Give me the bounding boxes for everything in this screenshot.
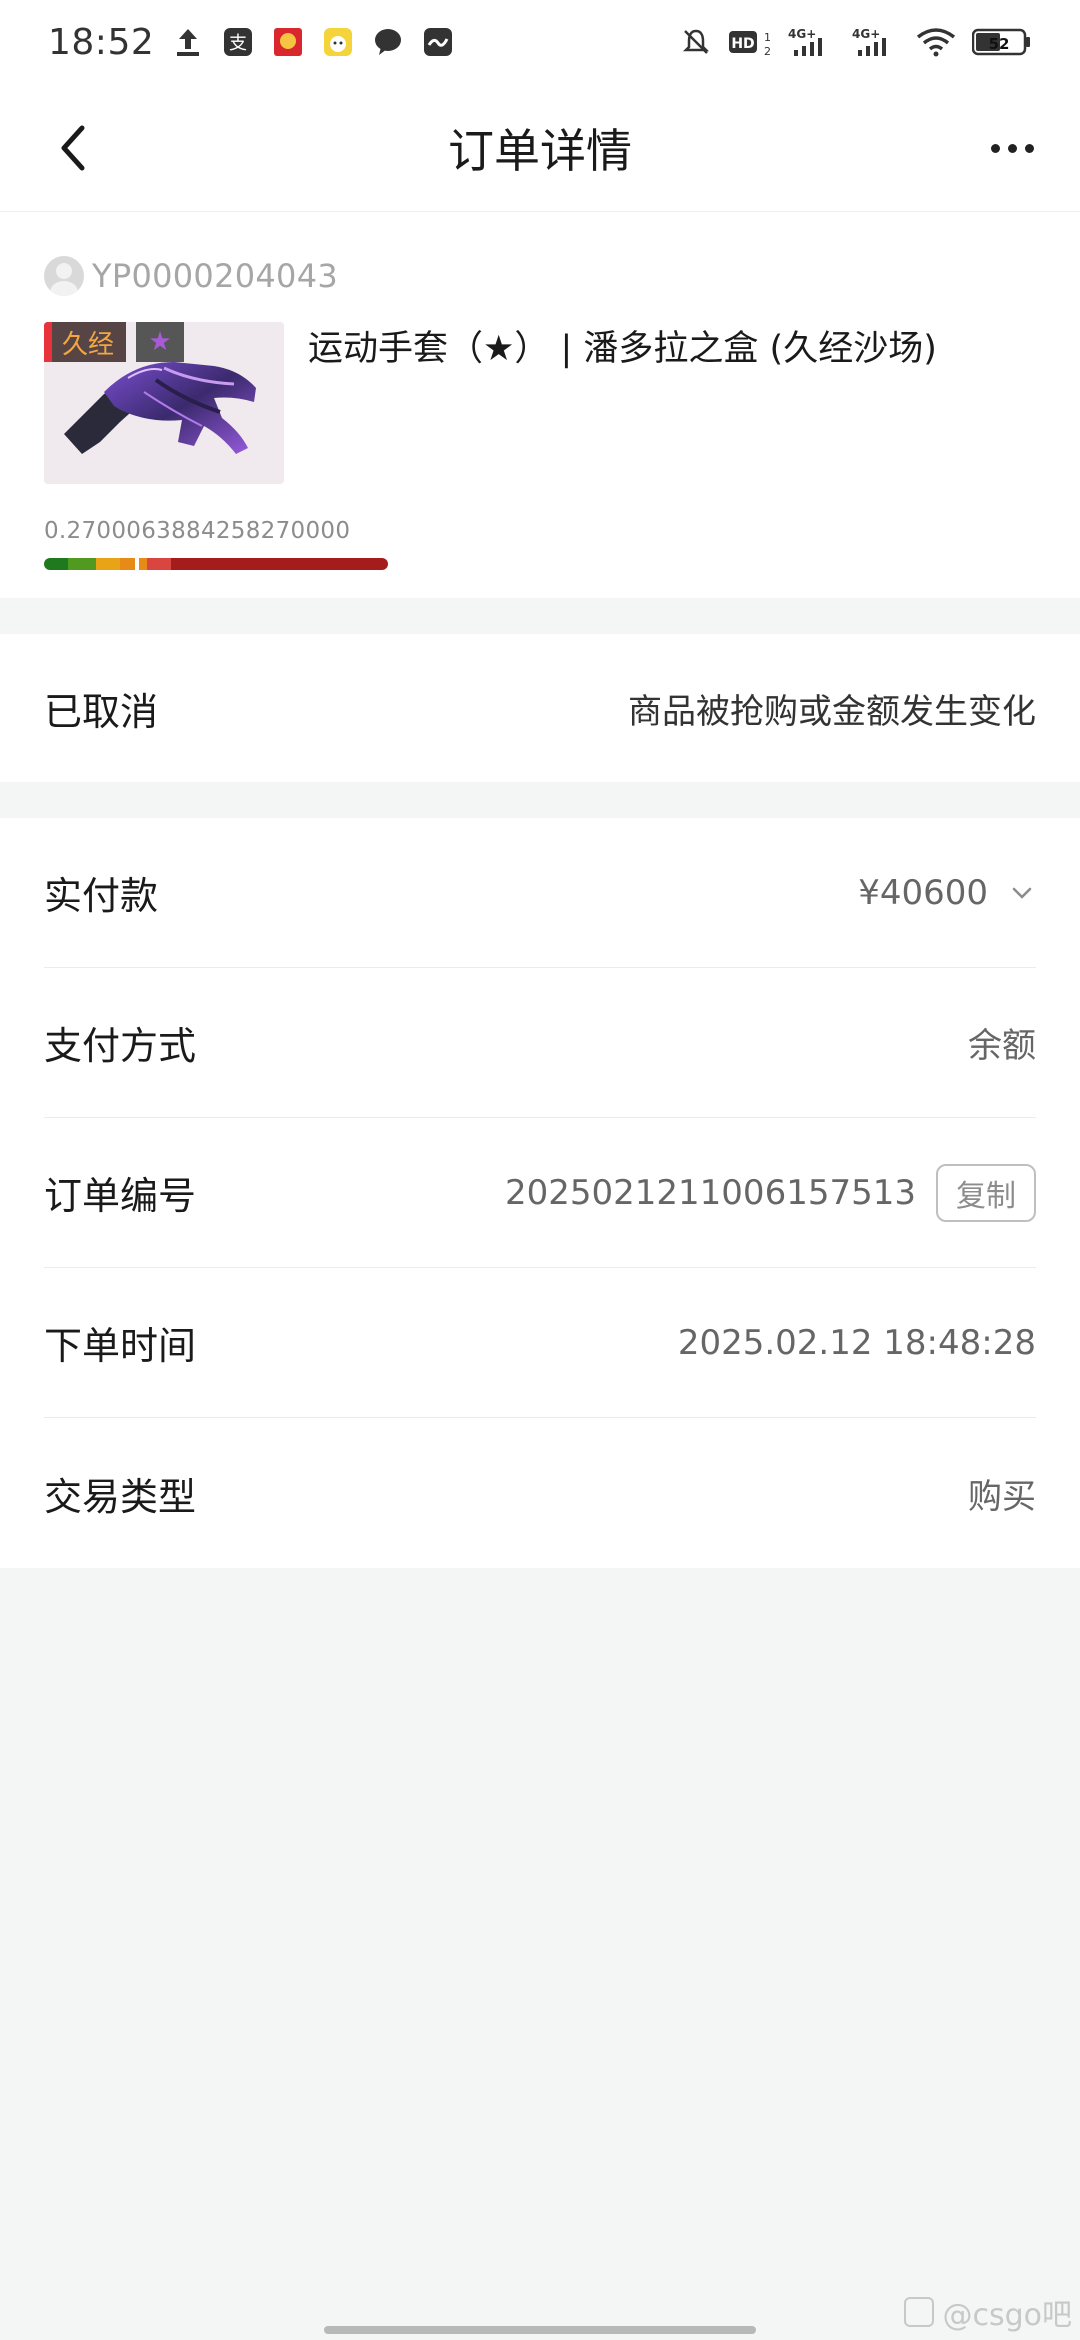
product-thumbnail[interactable]: 久经 ★: [44, 322, 284, 484]
more-icon-dot: [990, 143, 1000, 153]
wear-bar-segment: [68, 558, 96, 570]
battery-icon: 52: [972, 26, 1032, 58]
wifi-icon: [916, 26, 956, 58]
wear-marker: [134, 552, 139, 576]
watermark-icon: [904, 2297, 935, 2327]
product-card[interactable]: YP0000204043 久经 ★ 运动手套（★） | 潘多拉之盒 (久经沙场)…: [0, 212, 1080, 598]
wear-bar: [44, 558, 388, 570]
svg-text:支: 支: [229, 33, 247, 54]
trade-type-value: 购买: [968, 1476, 1036, 1517]
wear-tag: 久经: [44, 322, 127, 362]
wear-bar-segment: [147, 558, 172, 570]
payment-method-label: 支付方式: [44, 1024, 197, 1068]
svg-text:4G+: 4G+: [788, 27, 816, 41]
wear-bar-segment: [95, 558, 120, 570]
signal-icon: 4G+: [788, 26, 836, 58]
paid-row[interactable]: 实付款 ¥40600: [44, 818, 1036, 968]
order-status-label: 已取消: [44, 689, 159, 734]
paid-value-group: ¥40600: [858, 873, 1036, 913]
order-number-label: 订单编号: [44, 1174, 197, 1218]
order-number-row: 订单编号 2025021211006157513 复制: [44, 1118, 1036, 1268]
trade-type-label: 交易类型: [44, 1474, 197, 1519]
more-icon-dot: [1007, 143, 1017, 153]
app-icon-yellow: [322, 26, 354, 58]
order-status-reason: 商品被抢购或金额发生变化: [628, 691, 1036, 732]
float-value: 0.2700063884258270000: [44, 518, 351, 544]
chat-icon: [372, 26, 404, 58]
paid-label: 实付款: [44, 874, 159, 918]
svg-text:HD: HD: [731, 36, 754, 52]
app-icon-red: [272, 26, 304, 58]
status-bar: 18:52 支 HD 1 2 4G+ 4G+ 52: [0, 0, 1080, 84]
wear-bar-segment: [44, 558, 69, 570]
star-tag: ★: [136, 322, 184, 362]
hd-icon: HD 1 2: [728, 26, 772, 58]
nav-bar: 订单详情: [0, 84, 1080, 212]
trade-type-row: 交易类型 购买: [44, 1418, 1036, 1568]
more-button[interactable]: [980, 124, 1044, 172]
signal-icon: 4G+: [852, 26, 900, 58]
watermark-text: @csgo吧: [942, 2298, 1072, 2333]
svg-text:4G+: 4G+: [852, 27, 880, 41]
paid-value: ¥40600: [858, 872, 988, 913]
app-icon-dark: [422, 26, 454, 58]
payment-method-row: 支付方式 余额: [44, 968, 1036, 1118]
watermark: @csgo吧: [904, 2290, 1072, 2334]
copy-button[interactable]: 复制: [936, 1163, 1036, 1222]
status-right: HD 1 2 4G+ 4G+ 52: [680, 26, 1032, 58]
back-button[interactable]: [48, 120, 104, 176]
order-time-label: 下单时间: [44, 1324, 197, 1368]
order-number-value: 2025021211006157513: [504, 1172, 916, 1213]
alipay-icon: 支: [222, 26, 254, 58]
more-icon-dot: [1024, 143, 1034, 153]
upload-icon: [172, 26, 204, 58]
svg-text:1: 1: [764, 31, 771, 44]
order-time-row: 下单时间 2025.02.12 18:48:28: [44, 1268, 1036, 1418]
order-status-section: 已取消 商品被抢购或金额发生变化: [0, 634, 1080, 782]
status-left: 18:52 支: [48, 22, 454, 63]
seller-id: YP0000204043: [92, 257, 339, 295]
order-time-value: 2025.02.12 18:48:28: [677, 1322, 1036, 1363]
page-title: 订单详情: [448, 123, 632, 178]
order-number-group: 2025021211006157513 复制: [504, 1163, 1036, 1222]
order-details: 实付款 ¥40600 支付方式 余额 订单编号 2025021211006157…: [0, 818, 1080, 1568]
svg-text:2: 2: [764, 45, 771, 57]
chevron-down-icon[interactable]: [1008, 879, 1036, 907]
payment-method-value: 余额: [968, 1026, 1036, 1066]
battery-level: 52: [989, 35, 1010, 53]
wear-bar-segment: [119, 558, 148, 570]
bell-off-icon: [680, 26, 712, 58]
avatar: [44, 256, 84, 296]
status-time: 18:52: [48, 21, 155, 63]
chevron-left-icon: [61, 125, 85, 171]
wear-bar-segment: [171, 558, 388, 570]
seller-row: YP0000204043: [44, 256, 338, 296]
product-name: 运动手套（★） | 潘多拉之盒 (久经沙场): [308, 329, 937, 369]
home-indicator[interactable]: [324, 2326, 756, 2334]
